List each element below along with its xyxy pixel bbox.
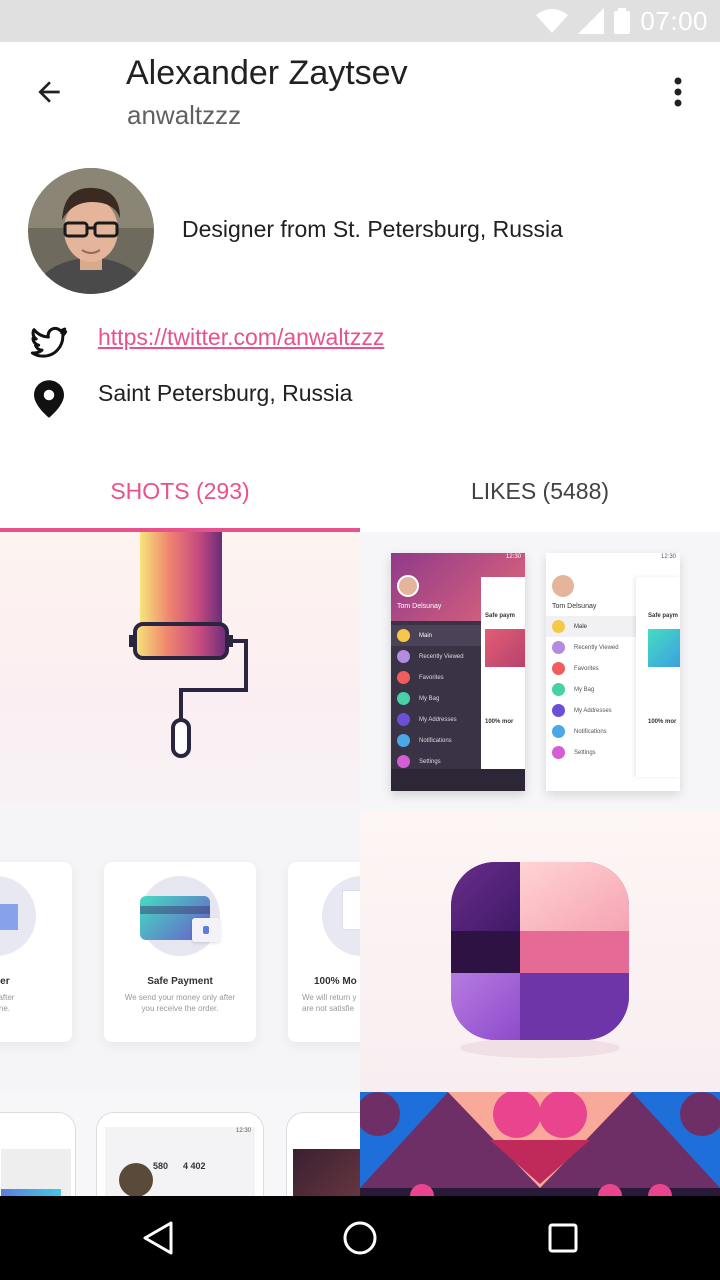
shot-menu-app[interactable]: 12:30 Tom Delsunay Main Recently Viewed …: [360, 532, 720, 812]
profile-location: Saint Petersburg, Russia: [98, 380, 353, 406]
phone-left: [0, 1112, 76, 1196]
back-button[interactable]: [24, 70, 74, 114]
shot-app-icon[interactable]: [360, 812, 720, 1092]
profile-bio: Designer from St. Petersburg, Russia: [182, 216, 563, 242]
avatar: [28, 168, 154, 294]
card-safe-payment: Safe Payment We send your money only aft…: [104, 862, 256, 1042]
shot-geometric-pattern[interactable]: [360, 1092, 720, 1196]
overflow-menu-button[interactable]: [660, 70, 696, 114]
geometric-pattern-illustration: [360, 1092, 720, 1196]
card-money-back: 100% Mo We will return y are not satisfi…: [288, 862, 360, 1042]
dark-phone-mockup: 12:30 Tom Delsunay Main Recently Viewed …: [391, 553, 525, 791]
nav-back-button[interactable]: [128, 1214, 188, 1262]
phone-center: 12:30 580 4 402: [96, 1112, 264, 1196]
paint-roller-illustration: [129, 532, 248, 758]
twitter-icon: [28, 322, 70, 362]
tab-bar: SHOTS (293) LIKES (5488): [0, 450, 720, 532]
card-order: Order order after is done.: [0, 862, 72, 1042]
app-icon-illustration: [451, 862, 629, 1058]
location-pin-icon: [34, 380, 64, 418]
nav-home-button[interactable]: [330, 1214, 390, 1262]
battery-icon: [614, 8, 631, 34]
tab-shots[interactable]: SHOTS (293): [0, 450, 360, 532]
light-phone-mockup: 12:30 Tom Delsunay Male Recently Viewed …: [546, 553, 680, 791]
app-bar: Alexander Zaytsev anwaltzzz: [0, 42, 720, 142]
status-bar: 07:00: [0, 0, 720, 42]
phone-right: [286, 1112, 360, 1196]
twitter-link[interactable]: https://twitter.com/anwaltzzz: [98, 324, 384, 351]
shot-paint-roller[interactable]: [0, 532, 360, 812]
nav-back-icon: [143, 1221, 173, 1255]
arrow-back-icon: [38, 81, 60, 103]
wifi-icon: [536, 9, 569, 33]
cell-signal-icon: [578, 8, 605, 34]
system-nav-bar: [0, 1196, 720, 1280]
tab-likes[interactable]: LIKES (5488): [360, 450, 720, 532]
status-time: 07:00: [640, 5, 708, 36]
profile-name: Alexander Zaytsev: [126, 54, 408, 92]
shot-profile-phones[interactable]: 12:30 580 4 402: [0, 1092, 360, 1196]
more-vert-icon: [674, 77, 682, 107]
profile-username: anwaltzzz: [127, 100, 242, 130]
nav-recents-button[interactable]: [533, 1214, 593, 1262]
nav-recents-icon: [548, 1223, 578, 1253]
shots-grid: 12:30 Tom Delsunay Main Recently Viewed …: [0, 532, 720, 1196]
nav-home-icon: [343, 1221, 377, 1255]
shot-onboarding-cards[interactable]: Order order after is done. Safe Payment …: [0, 812, 360, 1092]
